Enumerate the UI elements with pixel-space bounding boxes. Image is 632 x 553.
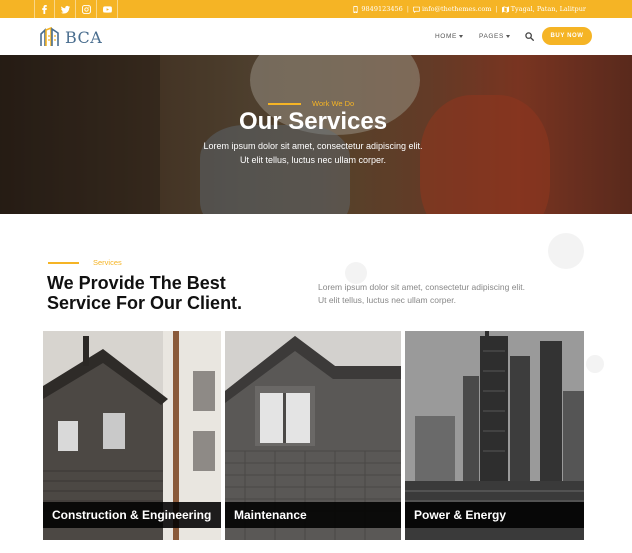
service-card-construction[interactable]: Construction & Engineering	[43, 331, 221, 540]
nav-item-label: HOME	[435, 33, 457, 40]
chevron-down-icon	[458, 35, 463, 38]
email-link[interactable]: info@thethemes.com	[422, 5, 492, 13]
decorative-circle	[586, 355, 604, 373]
service-card-title: Maintenance	[225, 502, 401, 528]
services-kicker-text: Services	[93, 258, 122, 267]
phone-icon	[353, 5, 359, 13]
services-kicker: Services	[48, 258, 122, 267]
nav-item-home[interactable]: HOME	[435, 33, 463, 40]
services-heading-line: We Provide The Best	[47, 273, 226, 293]
hero-description: Lorem ipsum dolor sit amet, consectetur …	[0, 139, 626, 167]
map-icon	[501, 5, 509, 13]
twitter-icon[interactable]	[55, 0, 76, 18]
facebook-icon[interactable]	[34, 0, 55, 18]
search-icon[interactable]	[525, 32, 534, 41]
instagram-icon[interactable]	[76, 0, 97, 18]
hero-text-line: Ut elit tellus, luctus nec ullam corper.	[239, 155, 387, 165]
hero-banner: Work We Do Our Services Lorem ipsum dolo…	[0, 55, 632, 214]
service-card-title: Construction & Engineering	[43, 502, 221, 528]
services-description: Lorem ipsum dolor sit amet, consectetur …	[318, 281, 578, 307]
kicker-line	[48, 261, 79, 264]
services-heading: We Provide The Best Service For Our Clie…	[47, 273, 287, 313]
nav-item-label: PAGES	[479, 33, 504, 40]
hero-kicker: Work We Do	[268, 99, 354, 108]
logo-mark-icon	[40, 27, 59, 46]
chat-icon	[412, 6, 420, 13]
chevron-down-icon	[505, 35, 510, 38]
service-card-power-energy[interactable]: Power & Energy	[405, 331, 584, 540]
service-card-maintenance[interactable]: Maintenance	[225, 331, 401, 540]
youtube-icon[interactable]	[97, 0, 118, 18]
hero-kicker-text: Work We Do	[312, 99, 355, 108]
hero-text-line: Lorem ipsum dolor sit amet, consectetur …	[203, 141, 423, 151]
buy-now-button[interactable]: BUY NOW	[542, 27, 592, 45]
page-title: Our Services	[238, 108, 388, 135]
navbar: BCA HOME PAGES BUY NOW	[0, 18, 632, 55]
logo-text: BCA	[65, 27, 103, 47]
service-card-title: Power & Energy	[405, 502, 584, 528]
services-text-line: Lorem ipsum dolor sit amet, consectetur …	[318, 282, 525, 292]
kicker-line	[268, 102, 301, 105]
decorative-circle	[548, 233, 584, 269]
logo[interactable]: BCA	[39, 26, 102, 48]
contact-info: 9849123456 | info@thethemes.com | Tyagal…	[348, 0, 590, 18]
address-text: Tyagal, Patan, Lalitpur	[510, 5, 586, 13]
services-heading-line: Service For Our Client.	[47, 293, 243, 313]
top-bar: 9849123456 | info@thethemes.com | Tyagal…	[0, 0, 632, 18]
services-text-line: Ut elit tellus, luctus nec ullam corper.	[318, 295, 456, 305]
phone-number[interactable]: 9849123456	[361, 5, 402, 13]
nav-item-pages[interactable]: PAGES	[479, 33, 510, 40]
